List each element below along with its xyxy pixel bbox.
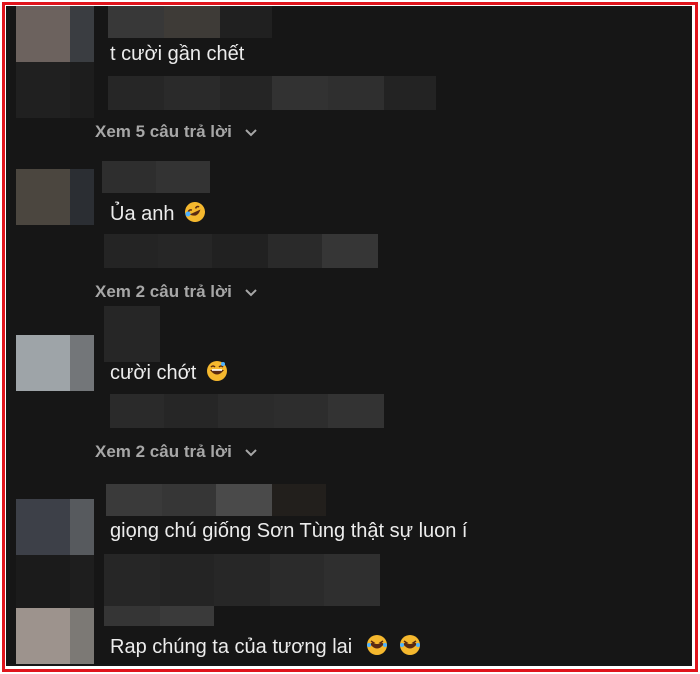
- chevron-down-icon: [244, 448, 257, 456]
- avatar[interactable]: [16, 6, 94, 62]
- blurred-region: [16, 62, 94, 118]
- rofl-emoji-icon: [185, 202, 206, 222]
- comment-text: t cười gần chết: [110, 43, 245, 65]
- chevron-down-icon: [244, 288, 257, 296]
- commenter-name-blurred[interactable]: [102, 161, 210, 193]
- blurred-region: [16, 555, 94, 611]
- laughing-emoji-icon: [400, 635, 421, 655]
- comment-text: Ủa anh: [110, 201, 206, 226]
- avatar[interactable]: [16, 335, 94, 391]
- comment-meta-blurred: [104, 234, 378, 268]
- laughing-emoji-icon: [366, 635, 387, 655]
- avatar[interactable]: [16, 608, 94, 664]
- commenter-name-blurred[interactable]: [108, 6, 272, 38]
- comment-text: giọng chú giống Sơn Tùng thật sự luon í: [110, 520, 468, 542]
- chevron-down-icon: [244, 128, 257, 136]
- comment-text: Rap chúng ta của tương lai: [110, 634, 421, 659]
- comment-meta-blurred: [110, 394, 384, 428]
- grin-sweat-emoji-icon: [206, 361, 227, 381]
- view-replies-link[interactable]: Xem 5 câu trả lời: [95, 122, 257, 142]
- avatar[interactable]: [16, 499, 94, 555]
- view-replies-link[interactable]: Xem 2 câu trả lời: [95, 442, 257, 462]
- commenter-name-blurred[interactable]: [104, 606, 214, 626]
- comment-text: cười chớt: [110, 360, 228, 385]
- comment-meta-blurred: [104, 554, 380, 606]
- view-replies-link[interactable]: Xem 2 câu trả lời: [95, 282, 257, 302]
- avatar[interactable]: [16, 169, 94, 225]
- commenter-name-blurred[interactable]: [106, 484, 326, 516]
- comment-panel: t cười gần chết Xem 5 câu trả lời Ủa anh…: [6, 6, 692, 666]
- commenter-name-blurred[interactable]: [104, 306, 160, 362]
- comment-meta-blurred: [108, 76, 436, 110]
